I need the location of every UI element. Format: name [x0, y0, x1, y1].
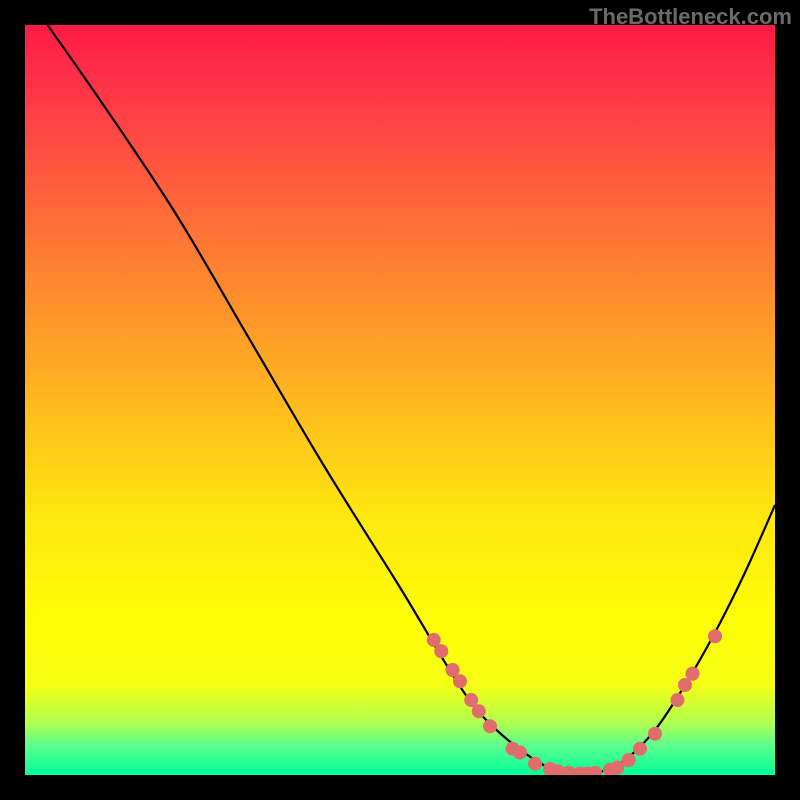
curve-svg: [25, 25, 775, 775]
data-marker: [648, 727, 662, 741]
data-markers: [427, 629, 722, 775]
data-marker: [708, 629, 722, 643]
watermark-text: TheBottleneck.com: [589, 4, 792, 30]
data-marker: [528, 757, 542, 771]
data-marker: [622, 753, 636, 767]
bottleneck-curve-line: [48, 25, 776, 775]
data-marker: [686, 667, 700, 681]
data-marker: [483, 719, 497, 733]
data-marker: [671, 693, 685, 707]
data-marker: [633, 742, 647, 756]
data-marker: [434, 644, 448, 658]
data-marker: [453, 674, 467, 688]
data-marker: [472, 704, 486, 718]
chart-area: [25, 25, 775, 775]
data-marker: [513, 746, 527, 760]
